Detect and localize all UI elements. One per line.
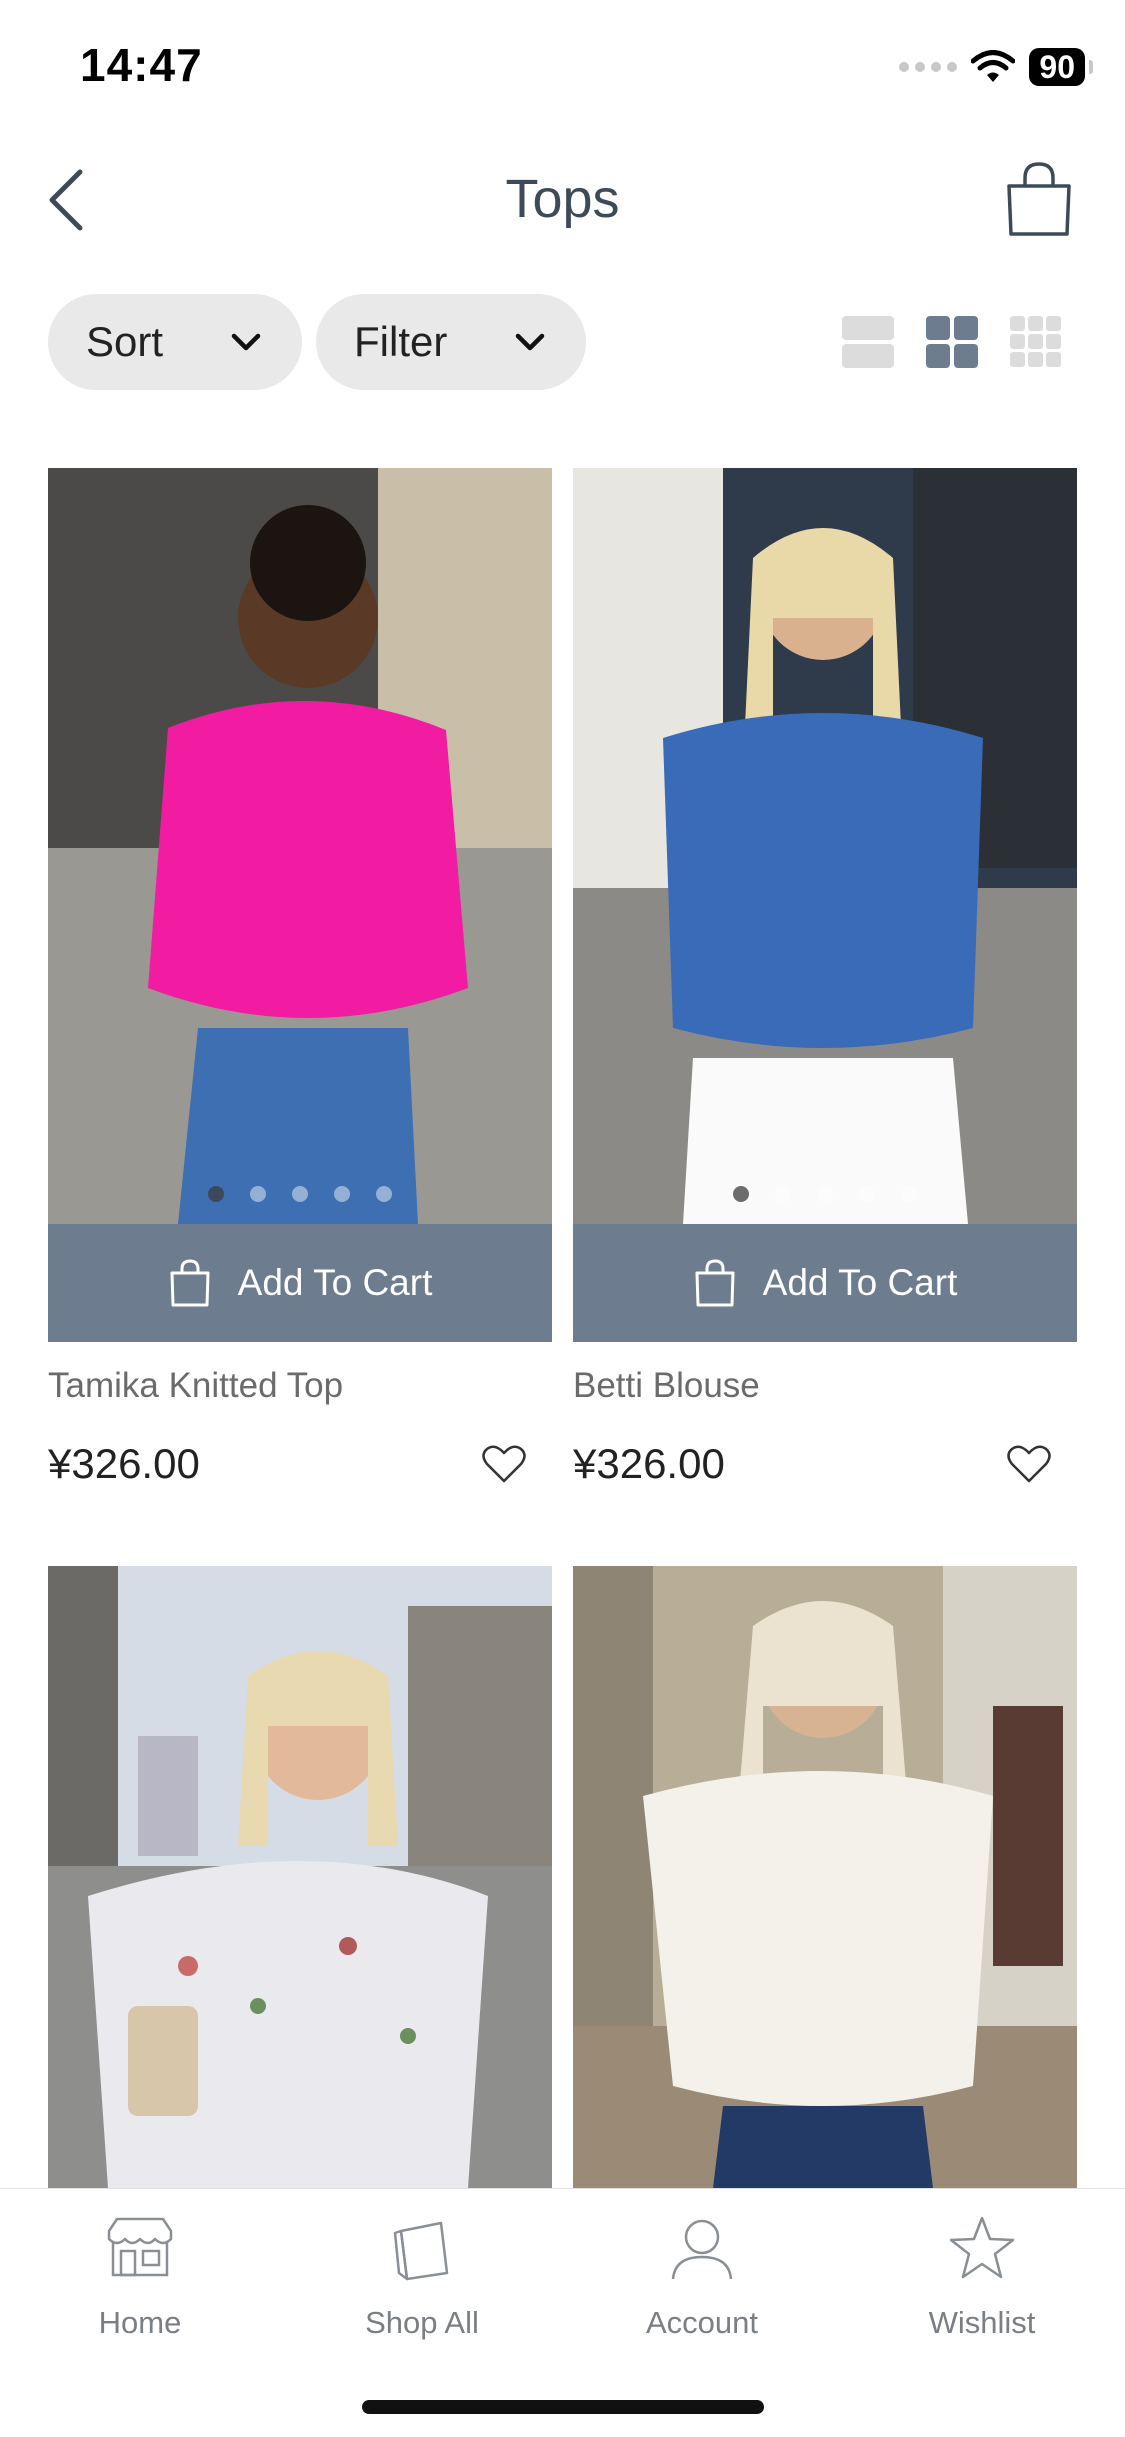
- shopping-bag-icon: [170, 1259, 210, 1307]
- heart-icon[interactable]: [482, 1444, 526, 1484]
- status-time: 14:47: [80, 39, 203, 91]
- battery-indicator: 90: [1029, 48, 1093, 86]
- product-price: ¥326.00: [48, 1440, 200, 1487]
- add-to-cart-label: Add To Cart: [762, 1262, 958, 1303]
- nav-item-account[interactable]: Account: [592, 2213, 812, 2341]
- compact-grid-view-icon[interactable]: [1008, 314, 1064, 370]
- product-photo: [573, 1566, 1077, 2188]
- product-image[interactable]: [573, 468, 1077, 1224]
- home-indicator[interactable]: [362, 2400, 764, 2414]
- sort-button[interactable]: Sort: [48, 294, 302, 390]
- nav-label-account: Account: [645, 2305, 758, 2340]
- status-indicators: 90: [899, 48, 1093, 86]
- product-image[interactable]: [48, 468, 552, 1224]
- nav-item-home[interactable]: Home: [30, 2213, 250, 2341]
- product-card[interactable]: Add To Cart Tamika Knitted Top ¥326.00: [48, 468, 552, 1488]
- add-to-cart-label: Add To Cart: [237, 1262, 433, 1303]
- product-photo: [573, 468, 1077, 1224]
- product-price-row: ¥326.00: [573, 1440, 1077, 1488]
- image-carousel-dots[interactable]: [573, 1186, 1077, 1202]
- product-image[interactable]: [573, 1566, 1077, 2188]
- heart-icon[interactable]: [1007, 1444, 1051, 1484]
- product-photo: [48, 468, 552, 1224]
- filter-button[interactable]: Filter: [316, 294, 586, 390]
- star-icon: [949, 2216, 1015, 2279]
- product-image[interactable]: [48, 1566, 552, 2188]
- nav-label-shop-all: Shop All: [365, 2305, 479, 2340]
- list-view-icon[interactable]: [840, 314, 896, 370]
- add-to-cart-button[interactable]: Add To Cart: [573, 1224, 1077, 1342]
- chevron-down-icon: [231, 333, 261, 351]
- user-icon: [671, 2219, 733, 2280]
- product-price-row: ¥326.00: [48, 1440, 552, 1488]
- cellular-signal-icon: [899, 62, 958, 72]
- product-price: ¥326.00: [573, 1440, 725, 1487]
- storefront-icon: [107, 2217, 173, 2277]
- image-carousel-dots[interactable]: [48, 1186, 552, 1202]
- chevron-down-icon: [515, 333, 545, 351]
- nav-label-home: Home: [98, 2305, 182, 2340]
- product-name[interactable]: Betti Blouse: [573, 1366, 1077, 1406]
- nav-item-wishlist[interactable]: Wishlist: [872, 2213, 1092, 2341]
- add-to-cart-button[interactable]: Add To Cart: [48, 1224, 552, 1342]
- nav-label-wishlist: Wishlist: [928, 2305, 1036, 2340]
- shopping-bag-icon: [393, 2221, 449, 2281]
- grid-view-icon[interactable]: [924, 314, 980, 370]
- sort-label: Sort: [86, 318, 164, 365]
- nav-item-shop-all[interactable]: Shop All: [312, 2213, 532, 2341]
- product-card[interactable]: Add To Cart Betti Blouse ¥326.00: [573, 468, 1077, 1488]
- shopping-bag-icon: [695, 1259, 735, 1307]
- product-photo: [48, 1566, 552, 2188]
- page-title: Tops: [505, 169, 620, 229]
- shopping-bag-icon[interactable]: [1001, 160, 1077, 240]
- product-card[interactable]: [573, 1566, 1077, 2188]
- wifi-icon: [971, 50, 1016, 82]
- product-card[interactable]: [48, 1566, 552, 2188]
- filter-label: Filter: [354, 318, 448, 365]
- product-name[interactable]: Tamika Knitted Top: [48, 1366, 552, 1406]
